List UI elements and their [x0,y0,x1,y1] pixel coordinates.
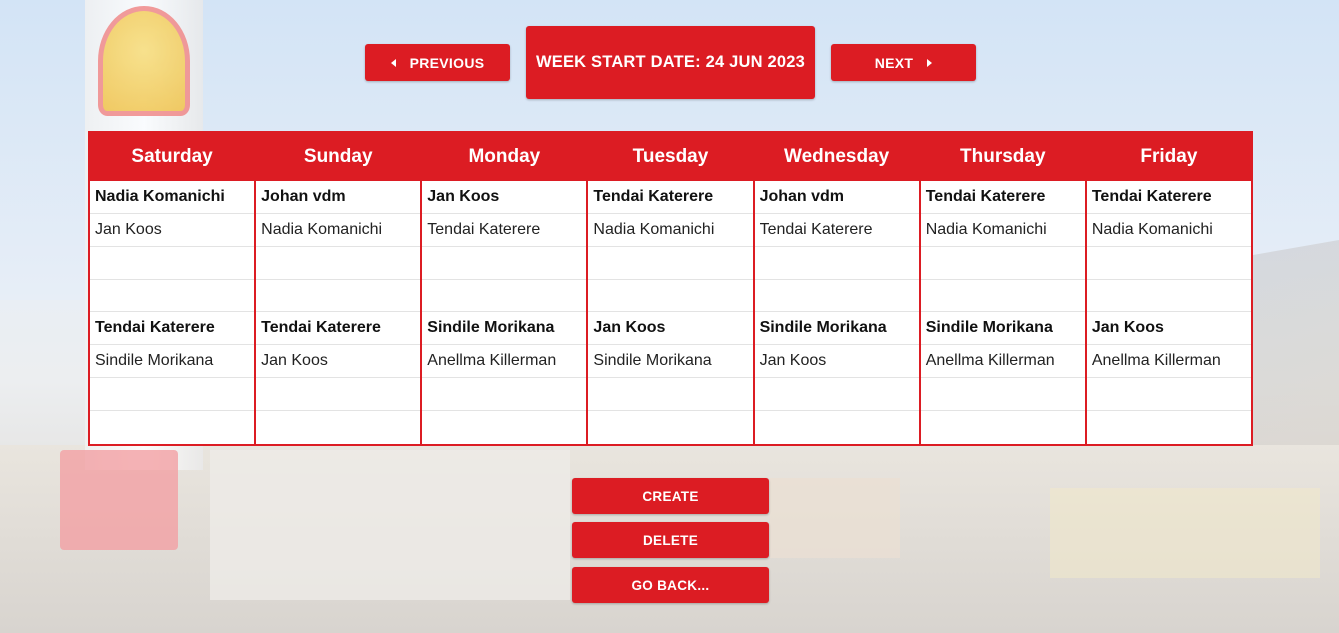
day-header: Monday [422,133,587,181]
shift-lead-cell[interactable]: Tendai Katerere [920,181,1085,214]
background-building [210,450,570,600]
week-start-date: WEEK START DATE: 24 JUN 2023 [526,26,815,99]
shift-staff-cell[interactable] [422,280,587,313]
shift-staff-cell[interactable] [256,378,421,412]
previous-week-label: PREVIOUS [409,54,485,71]
shift-staff-cell[interactable]: Tendai Katerere [754,214,919,247]
caret-left-icon [390,58,396,67]
shift-lead-cell[interactable]: Jan Koos [422,181,587,214]
shift-staff-cell[interactable] [588,280,753,313]
shift-staff-cell[interactable] [920,247,1085,280]
shift-lead-cell[interactable]: Sindile Morikana [920,312,1085,346]
shift-staff-cell[interactable] [90,378,255,412]
day-header: Friday [1086,133,1251,181]
shift-staff-cell[interactable] [422,247,587,280]
shift-staff-cell[interactable] [422,411,586,444]
shift-staff-cell[interactable]: Anellma Killerman [1086,345,1251,379]
shift-lead-cell[interactable]: Jan Koos [1086,312,1251,346]
day-column-wednesday: Wednesday Johan vdm Tendai Katerere Sindile… [752,133,919,444]
shift-staff-cell[interactable]: Nadia Komanichi [588,214,753,247]
day-header: Saturday [90,133,255,181]
day-header: Thursday [920,133,1085,181]
shift-staff-cell[interactable] [588,247,753,280]
shift-staff-cell[interactable]: Jan Koos [754,345,919,379]
shift-lead-cell[interactable]: Tendai Katerere [256,312,421,346]
shift-lead-cell[interactable]: Nadia Komanichi [90,181,255,214]
shift-staff-cell[interactable]: Jan Koos [90,214,255,247]
shift-staff-cell[interactable] [920,280,1085,313]
shift-staff-cell[interactable] [588,378,753,412]
background-vpower-sign [60,450,178,550]
shift-staff-cell[interactable] [920,378,1085,412]
next-week-button[interactable]: NEXT [831,44,976,81]
shift-staff-cell[interactable]: Jan Koos [256,345,421,379]
shift-lead-cell[interactable]: Sindile Morikana [754,312,919,346]
day-header: Tuesday [588,133,753,181]
shift-staff-cell[interactable] [754,280,919,313]
shift-staff-cell[interactable]: Tendai Katerere [422,214,587,247]
shift-staff-cell[interactable]: Sindile Morikana [588,345,753,379]
shift-staff-cell[interactable]: Sindile Morikana [90,345,255,379]
shift-staff-cell[interactable] [921,411,1085,444]
shell-logo-icon [98,6,190,116]
shift-staff-cell[interactable]: Nadia Komanichi [1086,214,1251,247]
day-column-saturday: Saturday Nadia Komanichi Jan Koos Tendai Ka… [90,133,255,444]
shift-staff-cell[interactable] [90,411,254,444]
shift-staff-cell[interactable] [1087,411,1251,444]
shift-lead-cell[interactable]: Jan Koos [588,312,753,346]
day-column-sunday: Sunday Johan vdm Nadia Komanichi Tendai Kat… [254,133,421,444]
shift-staff-cell[interactable]: Nadia Komanichi [256,214,421,247]
go-back-label: GO BACK... [631,577,710,593]
shift-lead-cell[interactable]: Tendai Katerere [90,312,255,346]
shift-staff-cell[interactable] [754,247,919,280]
shift-lead-cell[interactable]: Tendai Katerere [1086,181,1251,214]
day-header: Sunday [256,133,421,181]
shift-staff-cell[interactable] [256,411,420,444]
delete-label: DELETE [642,532,699,548]
background-building [770,478,900,558]
weekly-roster-table: Saturday Nadia Komanichi Jan Koos Tendai Ka… [88,131,1253,446]
caret-right-icon [927,58,933,67]
shift-staff-cell[interactable]: Anellma Killerman [920,345,1085,379]
shift-lead-cell[interactable]: Tendai Katerere [588,181,753,214]
shift-staff-cell[interactable] [588,411,752,444]
day-column-tuesday: Tuesday Tendai Katerere Nadia Komanichi Jan… [586,133,753,444]
shift-staff-cell[interactable] [1086,247,1251,280]
shift-staff-cell[interactable]: Nadia Komanichi [920,214,1085,247]
shift-staff-cell[interactable] [90,247,255,280]
shift-staff-cell[interactable] [256,280,421,313]
day-column-monday: Monday Jan Koos Tendai Katerere Sindile Mor… [420,133,587,444]
shift-staff-cell[interactable] [754,378,919,412]
previous-week-button[interactable]: PREVIOUS [365,44,510,81]
shift-staff-cell[interactable] [256,247,421,280]
next-week-label: NEXT [874,54,914,71]
shift-staff-cell[interactable] [1086,378,1251,412]
shift-lead-cell[interactable]: Johan vdm [754,181,919,214]
shift-staff-cell[interactable] [422,378,587,412]
day-column-thursday: Thursday Tendai Katerere Nadia Komanichi Si… [918,133,1085,444]
shift-lead-cell[interactable]: Johan vdm [256,181,421,214]
delete-button[interactable]: DELETE [572,522,769,558]
shift-staff-cell[interactable] [1086,280,1251,313]
create-button[interactable]: CREATE [572,478,769,514]
shift-staff-cell[interactable] [90,280,255,313]
shift-lead-cell[interactable]: Sindile Morikana [422,312,587,346]
day-header: Wednesday [754,133,919,181]
create-label: CREATE [642,488,699,504]
day-column-friday: Friday Tendai Katerere Nadia Komanichi Jan … [1084,133,1251,444]
shift-staff-cell[interactable] [755,411,919,444]
go-back-button[interactable]: GO BACK... [572,567,769,603]
shift-staff-cell[interactable]: Anellma Killerman [422,345,587,379]
week-start-label: WEEK START DATE: 24 JUN 2023 [535,53,806,71]
background-building [1050,488,1320,578]
